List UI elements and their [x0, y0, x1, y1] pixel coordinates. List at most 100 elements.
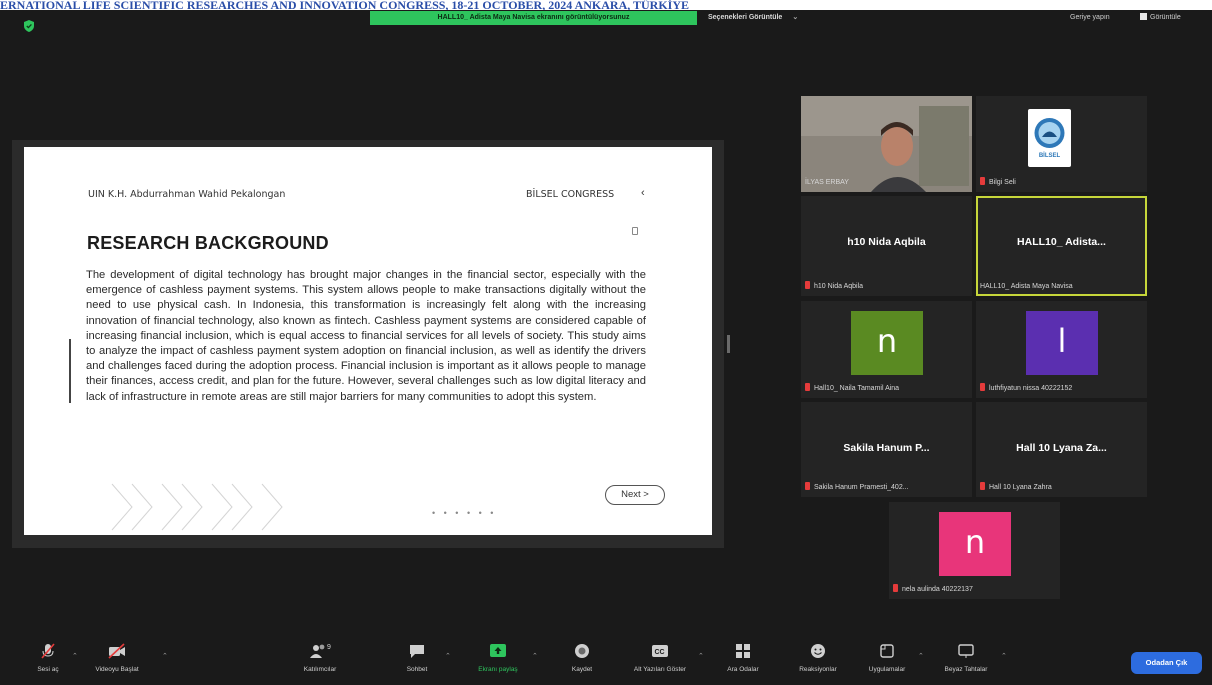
view-label: Görüntüle [1150, 14, 1181, 21]
slide-conference: BİLSEL CONGRESS [526, 189, 615, 200]
participant-tile-sakila[interactable]: Sakila Hanum P... Sakila Hanum Pramesti_… [801, 402, 972, 497]
unmute-button[interactable]: Sesi aç [28, 642, 68, 673]
participant-avatar: n [851, 311, 923, 375]
muted-mic-icon [805, 281, 810, 289]
top-bar: HALL10_ Adista Maya Navisa ekranını görü… [0, 10, 1212, 38]
muted-microphone-icon [41, 643, 55, 659]
participant-name: h10 Nida Aqbila [805, 281, 968, 293]
slide-accent-rule [69, 339, 71, 403]
slide-body-text: The development of digital technology ha… [86, 269, 646, 403]
chat-options-chevron-icon[interactable]: ⌃ [445, 652, 451, 660]
conference-banner: ERNATIONAL LIFE SCIENTIFIC RESEARCHES AN… [0, 0, 1212, 10]
record-button[interactable]: Kaydet [560, 642, 604, 673]
presentation-slide: UIN K.H. Abdurrahman Wahid Pekalongan Bİ… [24, 147, 712, 535]
participant-name: Hall 10 Lyana Zahra [980, 482, 1143, 494]
participant-tile-nida[interactable]: h10 Nida Aqbila h10 Nida Aqbila [801, 196, 972, 296]
view-button[interactable]: Görüntüle [1140, 11, 1181, 25]
participant-name: İLYAS ERBAY [805, 179, 849, 186]
captions-button[interactable]: CC Alt Yazıları Göster [622, 642, 698, 673]
whiteboard-options-chevron-icon[interactable]: ⌃ [1001, 652, 1007, 660]
split-resize-handle[interactable] [727, 335, 730, 353]
whiteboards-button[interactable]: Beyaz Tahtalar [934, 642, 998, 673]
participant-tile-luthfiyatun[interactable]: l luthfiyatun nissa 40222152 [976, 301, 1147, 398]
muted-mic-icon [980, 482, 985, 490]
slide-institution: UIN K.H. Abdurrahman Wahid Pekalongan [88, 189, 286, 200]
whiteboard-icon [958, 644, 974, 658]
reactions-label: Reaksiyonlar [799, 666, 837, 673]
muted-mic-icon [980, 177, 985, 185]
audio-options-chevron-icon[interactable]: ⌃ [72, 652, 78, 660]
start-video-button[interactable]: Videoyu Başlat [92, 642, 142, 673]
captions-options-chevron-icon[interactable]: ⌃ [698, 652, 704, 660]
exit-fullscreen-button[interactable]: Geriye yapın [1070, 11, 1110, 25]
participant-tile-bilgi[interactable]: BİLSEL Bilgi Seli [976, 96, 1147, 192]
security-shield-icon[interactable] [22, 19, 36, 33]
slide-next-button[interactable]: Next > [605, 485, 665, 505]
captions-label: Alt Yazıları Göster [633, 666, 687, 673]
svg-text:CC: CC [655, 649, 665, 656]
participants-label: Katılımcılar [303, 666, 337, 673]
participants-button[interactable]: 9 Katılımcılar [292, 642, 348, 673]
record-label: Kaydet [571, 666, 593, 673]
participant-display-name: Hall 10 Lyana Za... [1016, 442, 1107, 454]
participant-name: Hall10_ Naila Tamamil Aina [805, 383, 968, 395]
share-options-chevron-icon[interactable]: ⌃ [532, 652, 538, 660]
breakout-rooms-button[interactable]: Ara Odalar [720, 642, 766, 673]
share-screen-button[interactable]: Ekranı paylaş [470, 642, 526, 673]
screen-share-status: HALL10_ Adista Maya Navisa ekranını görü… [370, 11, 697, 25]
video-options-chevron-icon[interactable]: ⌃ [162, 652, 168, 660]
meeting-toolbar: Sesi aç ⌃ Videoyu Başlat ⌃ 9 Katılımcıla… [0, 640, 1212, 685]
whiteboards-label: Beyaz Tahtalar [944, 666, 988, 673]
participant-name: nela aulinda 40222137 [893, 584, 1056, 596]
chevron-decoration-icon [111, 483, 283, 531]
unmute-label: Sesi aç [37, 666, 59, 673]
record-icon [575, 644, 589, 658]
participant-display-name: h10 Nida Aqbila [847, 236, 926, 248]
participants-count: 9 [327, 644, 331, 651]
apps-options-chevron-icon[interactable]: ⌃ [918, 652, 924, 660]
bilsel-logo: BİLSEL [1028, 109, 1071, 167]
participant-tile-adista[interactable]: HALL10_ Adista... HALL10_ Adista Maya Na… [976, 196, 1147, 296]
chevron-down-icon: ⌄ [792, 14, 799, 21]
zoom-meeting-window: ERNATIONAL LIFE SCIENTIFIC RESEARCHES AN… [0, 0, 1212, 685]
participant-name: Bilgi Seli [980, 177, 1143, 189]
apps-icon [880, 644, 894, 658]
participant-display-name: HALL10_ Adista... [1017, 236, 1106, 248]
muted-mic-icon [980, 383, 985, 391]
breakout-rooms-icon [736, 644, 750, 658]
reactions-button[interactable]: Reaksiyonlar [788, 642, 848, 673]
video-off-icon [108, 643, 125, 659]
share-screen-label: Ekranı paylaş [478, 666, 518, 673]
muted-mic-icon [805, 482, 810, 490]
slide-title: RESEARCH BACKGROUND [87, 233, 329, 253]
chat-icon [410, 645, 424, 658]
participant-tile-ilyas[interactable]: İLYAS ERBAY [801, 96, 972, 192]
participant-tile-nela[interactable]: n nela aulinda 40222137 [889, 502, 1060, 599]
participant-tile-naila[interactable]: n Hall10_ Naila Tamamil Aina [801, 301, 972, 398]
mouse-cursor-icon [632, 227, 638, 235]
leave-meeting-button[interactable]: Odadan Çık [1131, 652, 1202, 674]
bilsel-logo-text: BİLSEL [1038, 153, 1061, 159]
participants-icon: 9 [310, 644, 331, 658]
participant-tile-lyana[interactable]: Hall 10 Lyana Za... Hall 10 Lyana Zahra [976, 402, 1147, 497]
participant-name: HALL10_ Adista Maya Navisa [980, 283, 1073, 290]
chat-label: Sohbet [406, 666, 428, 673]
slide-progress-dots: • • • • • • [432, 508, 497, 518]
view-options-label: Seçenekleri Görüntüle [708, 14, 783, 21]
breakout-rooms-label: Ara Odalar [727, 666, 759, 673]
closed-captions-icon: CC [652, 645, 668, 657]
participant-name: Sakila Hanum Pramesti_402... [805, 482, 968, 494]
participant-avatar: l [1026, 311, 1098, 375]
apps-label: Uygulamalar [868, 666, 906, 673]
participant-name: luthfiyatun nissa 40222152 [980, 383, 1143, 395]
share-screen-icon [490, 644, 506, 657]
chat-button[interactable]: Sohbet [395, 642, 439, 673]
muted-mic-icon [805, 383, 810, 391]
muted-mic-icon [893, 584, 898, 592]
view-options-menu[interactable]: Seçenekleri Görüntüle ⌄ [708, 11, 798, 25]
apps-button[interactable]: Uygulamalar [858, 642, 916, 673]
grid-view-icon [1140, 13, 1147, 20]
slide-prev-arrow-icon: ‹ [641, 187, 645, 199]
smiley-face-icon [811, 644, 825, 658]
participant-display-name: Sakila Hanum P... [843, 442, 930, 454]
